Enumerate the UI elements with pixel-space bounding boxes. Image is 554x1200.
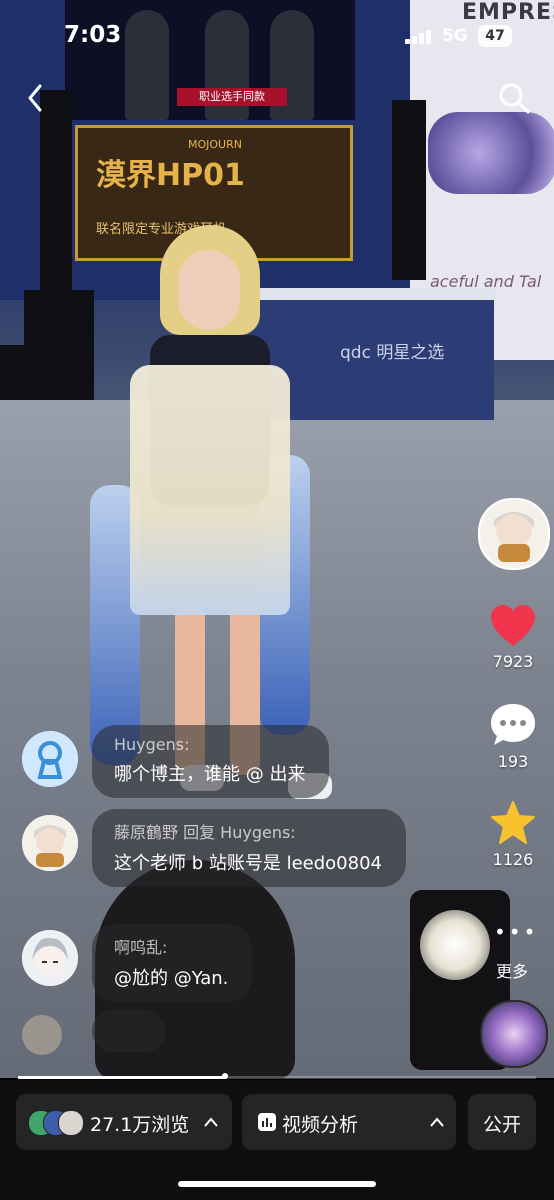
analysis-pill[interactable]: 视频分析 xyxy=(242,1094,456,1150)
video-progress-bar[interactable] xyxy=(18,1073,536,1079)
visibility-label: 公开 xyxy=(483,1114,522,1136)
chevron-up-icon xyxy=(204,1117,218,1127)
comment-icon xyxy=(491,704,535,745)
comment-user: 藤原鶴野 回复 Huygens: xyxy=(114,823,296,842)
comment-text: 哪个博主，谁能 @ 出来 xyxy=(114,764,306,785)
favorite-count: 1126 xyxy=(492,850,534,869)
poster-banner: 职业选手同款 xyxy=(177,88,287,106)
poster-title: 漠界HP01 xyxy=(96,158,245,193)
comment-bubble[interactable] xyxy=(92,1010,166,1052)
comment-count: 193 xyxy=(497,752,529,771)
more-icon[interactable]: ••• xyxy=(494,920,538,944)
comment-bubble[interactable]: 藤原鶴野 回复 Huygens: 这个老师 b 站账号是 leedo0804 xyxy=(92,809,406,887)
battery-icon: 47 xyxy=(478,25,512,47)
poster-subtitle: MOJOURN xyxy=(188,138,242,151)
more-label[interactable]: 更多 xyxy=(496,958,528,982)
heart-icon xyxy=(491,605,535,646)
speaker-pillar xyxy=(40,90,72,290)
status-time: 7:03 xyxy=(64,22,122,48)
cosplayer-face xyxy=(178,250,240,330)
like-button[interactable]: 7923 xyxy=(473,604,553,671)
author-avatar[interactable] xyxy=(478,498,550,570)
comment-avatar[interactable] xyxy=(22,815,78,871)
analysis-label: 视频分析 xyxy=(282,1114,359,1136)
speaker-pillar xyxy=(392,100,426,280)
star-icon xyxy=(491,801,535,844)
earphone-art xyxy=(428,112,554,194)
progress-knob[interactable] xyxy=(222,1073,228,1079)
stage-logo: qdc 明星之选 xyxy=(340,343,445,363)
views-pill[interactable]: 27.1万浏览 xyxy=(16,1094,232,1150)
favorite-button[interactable]: 1126 xyxy=(473,800,553,869)
camera-lamp xyxy=(420,910,490,980)
comment-text: 这个老师 b 站账号是 leedo0804 xyxy=(114,853,382,874)
back-icon[interactable] xyxy=(22,80,52,116)
cosplayer xyxy=(90,225,332,799)
comment-user: Huygens: xyxy=(114,735,190,754)
comment-bubble[interactable]: 啊呜乱: @尬的 @Yan. xyxy=(92,924,253,1002)
comment-button[interactable]: 193 xyxy=(473,702,553,771)
comment-user: 啊呜乱: xyxy=(114,938,168,957)
comment-bubble[interactable]: Huygens: 哪个博主，谁能 @ 出来 xyxy=(92,725,330,798)
cosplayer-robe xyxy=(130,365,290,615)
comment-avatar[interactable] xyxy=(22,930,78,986)
chevron-up-icon xyxy=(430,1117,444,1127)
video-frame[interactable]: 职业选手同款 漠界HP01 MOJOURN 联名限定专业游戏耳机 EMPRES … xyxy=(0,0,554,1078)
comment-avatar[interactable] xyxy=(22,731,78,787)
comment-text: @尬的 @Yan. xyxy=(114,968,229,989)
progress-fill xyxy=(18,1076,225,1079)
music-disc[interactable] xyxy=(480,1000,548,1068)
status-bar: 7:03 5G 47 xyxy=(0,0,554,70)
viewer-avatars xyxy=(28,1110,84,1136)
comment-avatar[interactable] xyxy=(22,1015,62,1055)
signal-icon xyxy=(405,30,435,44)
visibility-pill[interactable]: 公开 xyxy=(468,1094,536,1150)
search-icon[interactable] xyxy=(496,80,532,116)
chart-icon xyxy=(258,1113,276,1131)
views-label: 27.1万浏览 xyxy=(90,1114,190,1136)
home-indicator[interactable] xyxy=(178,1181,376,1187)
network-type: 5G xyxy=(442,26,468,46)
like-count: 7923 xyxy=(492,652,534,671)
